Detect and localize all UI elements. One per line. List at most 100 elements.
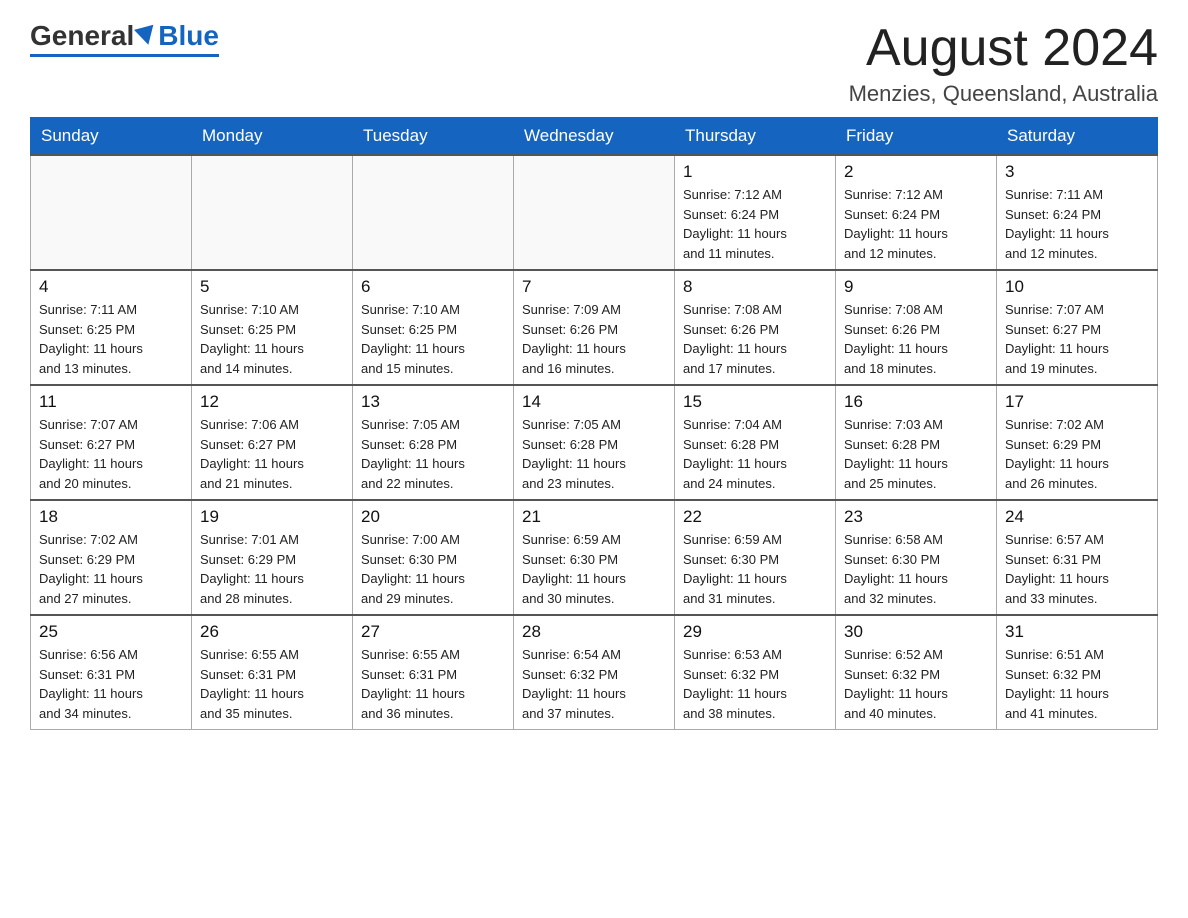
logo-general-text: General bbox=[30, 20, 134, 52]
day-info: Sunrise: 7:02 AMSunset: 6:29 PMDaylight:… bbox=[39, 530, 183, 608]
location-title: Menzies, Queensland, Australia bbox=[849, 81, 1158, 107]
day-info: Sunrise: 7:07 AMSunset: 6:27 PMDaylight:… bbox=[39, 415, 183, 493]
calendar-cell: 14 Sunrise: 7:05 AMSunset: 6:28 PMDayligh… bbox=[514, 385, 675, 500]
day-info: Sunrise: 7:11 AMSunset: 6:24 PMDaylight:… bbox=[1005, 185, 1149, 263]
day-number: 3 bbox=[1005, 162, 1149, 182]
day-info: Sunrise: 7:01 AMSunset: 6:29 PMDaylight:… bbox=[200, 530, 344, 608]
calendar-cell: 3 Sunrise: 7:11 AMSunset: 6:24 PMDaylight… bbox=[997, 155, 1158, 270]
day-info: Sunrise: 7:12 AMSunset: 6:24 PMDaylight:… bbox=[844, 185, 988, 263]
day-number: 26 bbox=[200, 622, 344, 642]
day-info: Sunrise: 7:07 AMSunset: 6:27 PMDaylight:… bbox=[1005, 300, 1149, 378]
calendar-cell: 19 Sunrise: 7:01 AMSunset: 6:29 PMDayligh… bbox=[192, 500, 353, 615]
logo: General Blue bbox=[30, 20, 219, 57]
day-number: 20 bbox=[361, 507, 505, 527]
day-number: 1 bbox=[683, 162, 827, 182]
day-number: 8 bbox=[683, 277, 827, 297]
day-info: Sunrise: 7:04 AMSunset: 6:28 PMDaylight:… bbox=[683, 415, 827, 493]
day-info: Sunrise: 7:12 AMSunset: 6:24 PMDaylight:… bbox=[683, 185, 827, 263]
day-info: Sunrise: 7:08 AMSunset: 6:26 PMDaylight:… bbox=[844, 300, 988, 378]
calendar-table: SundayMondayTuesdayWednesdayThursdayFrid… bbox=[30, 117, 1158, 730]
day-number: 15 bbox=[683, 392, 827, 412]
day-info: Sunrise: 6:55 AMSunset: 6:31 PMDaylight:… bbox=[200, 645, 344, 723]
calendar-cell: 25Sunrise: 6:56 AMSunset: 6:31 PMDayligh… bbox=[31, 615, 192, 730]
day-info: Sunrise: 6:57 AMSunset: 6:31 PMDaylight:… bbox=[1005, 530, 1149, 608]
calendar-cell: 22Sunrise: 6:59 AMSunset: 6:30 PMDayligh… bbox=[675, 500, 836, 615]
day-info: Sunrise: 6:58 AMSunset: 6:30 PMDaylight:… bbox=[844, 530, 988, 608]
day-info: Sunrise: 7:08 AMSunset: 6:26 PMDaylight:… bbox=[683, 300, 827, 378]
day-number: 12 bbox=[200, 392, 344, 412]
header-cell-sunday: Sunday bbox=[31, 118, 192, 156]
day-info: Sunrise: 7:03 AMSunset: 6:28 PMDaylight:… bbox=[844, 415, 988, 493]
week-row-4: 18Sunrise: 7:02 AMSunset: 6:29 PMDayligh… bbox=[31, 500, 1158, 615]
day-number: 6 bbox=[361, 277, 505, 297]
calendar-cell: 11 Sunrise: 7:07 AMSunset: 6:27 PMDayligh… bbox=[31, 385, 192, 500]
header-cell-thursday: Thursday bbox=[675, 118, 836, 156]
day-number: 19 bbox=[200, 507, 344, 527]
calendar-cell: 23 Sunrise: 6:58 AMSunset: 6:30 PMDayligh… bbox=[836, 500, 997, 615]
calendar-cell bbox=[514, 155, 675, 270]
day-number: 7 bbox=[522, 277, 666, 297]
logo-triangle-icon bbox=[134, 25, 158, 48]
day-number: 9 bbox=[844, 277, 988, 297]
calendar-cell: 5Sunrise: 7:10 AMSunset: 6:25 PMDaylight… bbox=[192, 270, 353, 385]
calendar-cell: 9 Sunrise: 7:08 AMSunset: 6:26 PMDaylight… bbox=[836, 270, 997, 385]
day-number: 17 bbox=[1005, 392, 1149, 412]
week-row-2: 4 Sunrise: 7:11 AMSunset: 6:25 PMDaylight… bbox=[31, 270, 1158, 385]
calendar-cell bbox=[31, 155, 192, 270]
logo-blue-text: Blue bbox=[158, 20, 219, 52]
day-number: 27 bbox=[361, 622, 505, 642]
calendar-cell bbox=[353, 155, 514, 270]
calendar-cell bbox=[192, 155, 353, 270]
day-number: 22 bbox=[683, 507, 827, 527]
day-number: 29 bbox=[683, 622, 827, 642]
header-cell-friday: Friday bbox=[836, 118, 997, 156]
day-info: Sunrise: 6:55 AMSunset: 6:31 PMDaylight:… bbox=[361, 645, 505, 723]
calendar-cell: 21Sunrise: 6:59 AMSunset: 6:30 PMDayligh… bbox=[514, 500, 675, 615]
day-number: 13 bbox=[361, 392, 505, 412]
calendar-cell: 7Sunrise: 7:09 AMSunset: 6:26 PMDaylight… bbox=[514, 270, 675, 385]
day-info: Sunrise: 7:02 AMSunset: 6:29 PMDaylight:… bbox=[1005, 415, 1149, 493]
calendar-cell: 16Sunrise: 7:03 AMSunset: 6:28 PMDayligh… bbox=[836, 385, 997, 500]
calendar-cell: 2Sunrise: 7:12 AMSunset: 6:24 PMDaylight… bbox=[836, 155, 997, 270]
calendar-cell: 8 Sunrise: 7:08 AMSunset: 6:26 PMDaylight… bbox=[675, 270, 836, 385]
day-number: 23 bbox=[844, 507, 988, 527]
day-number: 4 bbox=[39, 277, 183, 297]
calendar-cell: 18Sunrise: 7:02 AMSunset: 6:29 PMDayligh… bbox=[31, 500, 192, 615]
day-info: Sunrise: 7:00 AMSunset: 6:30 PMDaylight:… bbox=[361, 530, 505, 608]
day-number: 30 bbox=[844, 622, 988, 642]
month-title: August 2024 bbox=[849, 20, 1158, 77]
week-row-5: 25Sunrise: 6:56 AMSunset: 6:31 PMDayligh… bbox=[31, 615, 1158, 730]
logo-underline bbox=[30, 54, 219, 57]
day-info: Sunrise: 7:11 AMSunset: 6:25 PMDaylight:… bbox=[39, 300, 183, 378]
calendar-cell: 12Sunrise: 7:06 AMSunset: 6:27 PMDayligh… bbox=[192, 385, 353, 500]
day-number: 14 bbox=[522, 392, 666, 412]
calendar-cell: 28Sunrise: 6:54 AMSunset: 6:32 PMDayligh… bbox=[514, 615, 675, 730]
day-number: 5 bbox=[200, 277, 344, 297]
day-info: Sunrise: 6:51 AMSunset: 6:32 PMDaylight:… bbox=[1005, 645, 1149, 723]
day-info: Sunrise: 7:10 AMSunset: 6:25 PMDaylight:… bbox=[361, 300, 505, 378]
week-row-1: 1 Sunrise: 7:12 AMSunset: 6:24 PMDaylight… bbox=[31, 155, 1158, 270]
header-row: SundayMondayTuesdayWednesdayThursdayFrid… bbox=[31, 118, 1158, 156]
calendar-cell: 10Sunrise: 7:07 AMSunset: 6:27 PMDayligh… bbox=[997, 270, 1158, 385]
day-number: 25 bbox=[39, 622, 183, 642]
header-cell-monday: Monday bbox=[192, 118, 353, 156]
calendar-cell: 26 Sunrise: 6:55 AMSunset: 6:31 PMDayligh… bbox=[192, 615, 353, 730]
calendar-cell: 17 Sunrise: 7:02 AMSunset: 6:29 PMDayligh… bbox=[997, 385, 1158, 500]
header-cell-tuesday: Tuesday bbox=[353, 118, 514, 156]
calendar-cell: 29Sunrise: 6:53 AMSunset: 6:32 PMDayligh… bbox=[675, 615, 836, 730]
day-info: Sunrise: 6:59 AMSunset: 6:30 PMDaylight:… bbox=[522, 530, 666, 608]
day-number: 31 bbox=[1005, 622, 1149, 642]
logo-text: General Blue bbox=[30, 20, 219, 52]
calendar-cell: 20 Sunrise: 7:00 AMSunset: 6:30 PMDayligh… bbox=[353, 500, 514, 615]
day-info: Sunrise: 7:05 AMSunset: 6:28 PMDaylight:… bbox=[522, 415, 666, 493]
calendar-cell: 24Sunrise: 6:57 AMSunset: 6:31 PMDayligh… bbox=[997, 500, 1158, 615]
calendar-cell: 13Sunrise: 7:05 AMSunset: 6:28 PMDayligh… bbox=[353, 385, 514, 500]
header: General Blue August 2024 Menzies, Queens… bbox=[30, 20, 1158, 107]
calendar-cell: 30Sunrise: 6:52 AMSunset: 6:32 PMDayligh… bbox=[836, 615, 997, 730]
day-info: Sunrise: 6:54 AMSunset: 6:32 PMDaylight:… bbox=[522, 645, 666, 723]
calendar-cell: 27 Sunrise: 6:55 AMSunset: 6:31 PMDayligh… bbox=[353, 615, 514, 730]
calendar-cell: 6 Sunrise: 7:10 AMSunset: 6:25 PMDaylight… bbox=[353, 270, 514, 385]
title-area: August 2024 Menzies, Queensland, Austral… bbox=[849, 20, 1158, 107]
day-number: 11 bbox=[39, 392, 183, 412]
header-cell-saturday: Saturday bbox=[997, 118, 1158, 156]
